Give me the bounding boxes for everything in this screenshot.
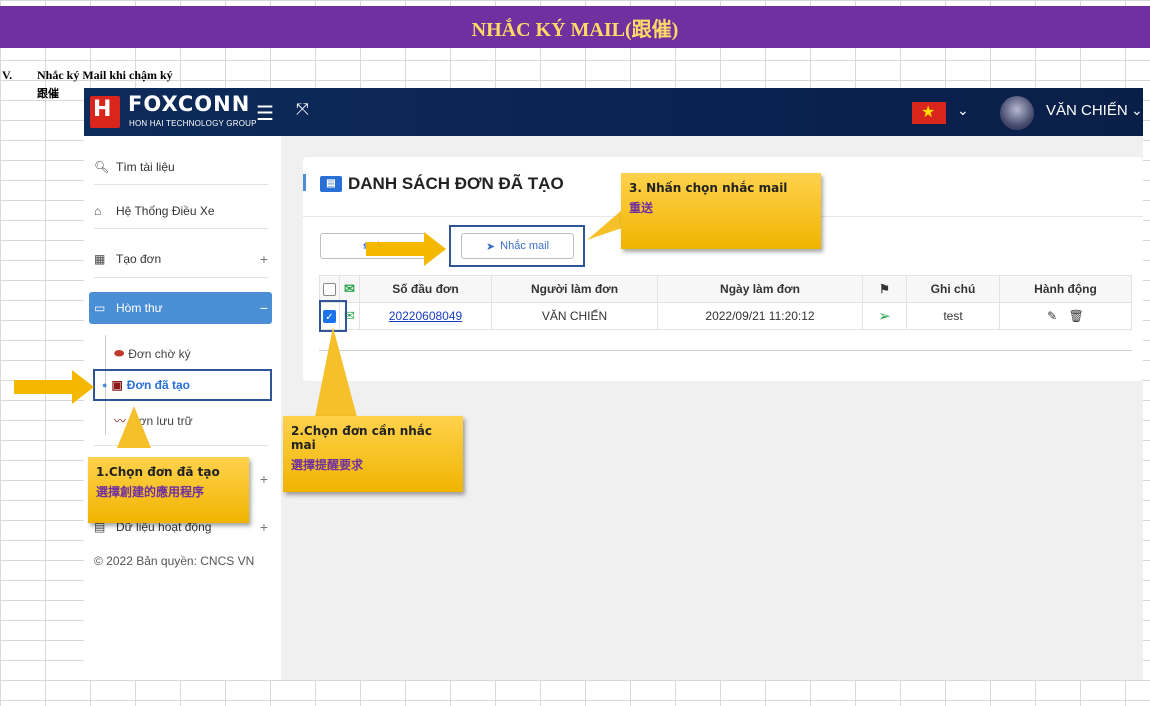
callout-pointer (587, 210, 622, 240)
callout-3-vi: 3. Nhấn chọn nhắc mail (629, 181, 788, 195)
callout-step-2: 2.Chọn đơn cần nhắc mai 選擇提醒要求 (283, 416, 463, 492)
callout-2-vi: 2.Chọn đơn cần nhắc mai (291, 424, 433, 452)
callout-step-1: 1.Chọn đơn đã tạo 選擇創建的應用程序 (88, 457, 249, 523)
callout-pointer (315, 327, 357, 417)
arrow-right-icon (366, 232, 446, 266)
annotation-arrows (14, 210, 622, 448)
callout-1-vi: 1.Chọn đơn đã tạo (96, 465, 220, 479)
arrow-right-icon (14, 370, 94, 404)
callout-2-zh: 選擇提醒要求 (291, 458, 364, 472)
callout-1-zh: 選擇創建的應用程序 (96, 485, 205, 499)
callout-pointer (117, 406, 151, 448)
callout-3-zh: 重送 (629, 201, 654, 215)
callout-step-3: 3. Nhấn chọn nhắc mail 重送 (621, 173, 821, 249)
